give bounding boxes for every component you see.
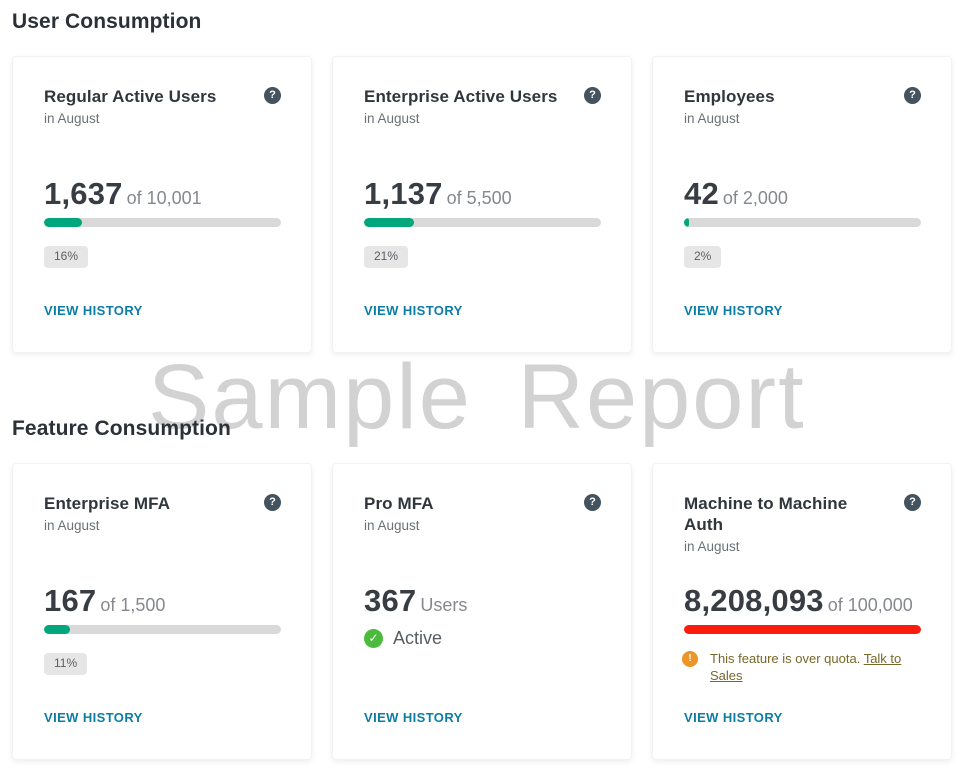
usage-value: 167 bbox=[44, 583, 97, 618]
card-period: in August bbox=[44, 111, 100, 126]
card-title: Employees bbox=[684, 87, 775, 106]
warning-text: This feature is over quota. Talk to Sale… bbox=[710, 650, 925, 684]
view-history-link[interactable]: VIEW HISTORY bbox=[44, 303, 143, 318]
usage-metric: 1,137 of 5,500 bbox=[364, 175, 601, 219]
card-period: in August bbox=[684, 539, 740, 554]
usage-quota: of 10,001 bbox=[126, 188, 202, 208]
user-consumption-card-grid: Regular Active Users ? in August 1,637 of… bbox=[12, 56, 952, 353]
card-machine-to-machine-auth: Machine to Machine Auth ? in August 8,20… bbox=[652, 463, 952, 760]
card-pro-mfa: Pro MFA ? in August 367 Users ✓ Active VI… bbox=[332, 463, 632, 760]
usage-value: 1,137 bbox=[364, 176, 443, 211]
usage-metric: 367 Users bbox=[364, 582, 601, 626]
view-history-link[interactable]: VIEW HISTORY bbox=[684, 303, 783, 318]
progress-bar bbox=[44, 625, 281, 634]
usage-value: 367 bbox=[364, 583, 417, 618]
usage-quota: of 2,000 bbox=[722, 188, 788, 208]
feature-consumption-card-grid: Enterprise MFA ? in August 167 of 1,500 1… bbox=[12, 463, 952, 760]
usage-value: 8,208,093 bbox=[684, 583, 824, 618]
usage-report-page: User Consumption Regular Active Users ? … bbox=[0, 0, 973, 760]
over-quota-warning: ! This feature is over quota. Talk to Sa… bbox=[682, 650, 925, 684]
progress-bar bbox=[684, 625, 921, 634]
usage-quota: of 1,500 bbox=[100, 595, 166, 615]
card-period: in August bbox=[684, 111, 740, 126]
percent-badge: 21% bbox=[364, 246, 409, 268]
usage-metric: 167 of 1,500 bbox=[44, 582, 281, 626]
help-icon[interactable]: ? bbox=[584, 494, 601, 511]
usage-unit: Users bbox=[420, 595, 468, 615]
progress-bar bbox=[44, 218, 281, 227]
percent-badge: 2% bbox=[684, 246, 722, 268]
status-row: ✓ Active bbox=[364, 628, 442, 649]
help-icon[interactable]: ? bbox=[264, 87, 281, 104]
card-period: in August bbox=[44, 518, 100, 533]
help-icon[interactable]: ? bbox=[584, 87, 601, 104]
view-history-link[interactable]: VIEW HISTORY bbox=[684, 710, 783, 725]
view-history-link[interactable]: VIEW HISTORY bbox=[44, 710, 143, 725]
progress-bar bbox=[364, 218, 601, 227]
help-icon[interactable]: ? bbox=[264, 494, 281, 511]
progress-fill bbox=[44, 218, 82, 227]
view-history-link[interactable]: VIEW HISTORY bbox=[364, 710, 463, 725]
warning-icon: ! bbox=[682, 651, 698, 667]
section-heading-feature-consumption: Feature Consumption bbox=[12, 417, 231, 440]
card-title: Regular Active Users bbox=[44, 87, 217, 106]
help-icon[interactable]: ? bbox=[904, 494, 921, 511]
active-check-icon: ✓ bbox=[364, 629, 383, 648]
card-title: Enterprise MFA bbox=[44, 494, 171, 513]
usage-metric: 1,637 of 10,001 bbox=[44, 175, 281, 219]
card-enterprise-active-users: Enterprise Active Users ? in August 1,13… bbox=[332, 56, 632, 353]
card-period: in August bbox=[364, 111, 420, 126]
usage-value: 42 bbox=[684, 176, 719, 211]
progress-fill bbox=[44, 625, 71, 634]
usage-metric: 42 of 2,000 bbox=[684, 175, 921, 219]
usage-quota: of 5,500 bbox=[446, 188, 512, 208]
card-title: Machine to Machine Auth bbox=[684, 494, 848, 534]
card-enterprise-mfa: Enterprise MFA ? in August 167 of 1,500 1… bbox=[12, 463, 312, 760]
card-regular-active-users: Regular Active Users ? in August 1,637 of… bbox=[12, 56, 312, 353]
card-title: Pro MFA bbox=[364, 494, 434, 513]
usage-value: 1,637 bbox=[44, 176, 123, 211]
progress-bar bbox=[684, 218, 921, 227]
card-employees: Employees ? in August 42 of 2,000 2% VIEW… bbox=[652, 56, 952, 353]
warning-message: This feature is over quota. bbox=[710, 651, 864, 666]
progress-fill bbox=[684, 218, 689, 227]
help-icon[interactable]: ? bbox=[904, 87, 921, 104]
section-heading-user-consumption: User Consumption bbox=[12, 10, 202, 33]
status-label: Active bbox=[393, 628, 443, 648]
percent-badge: 11% bbox=[44, 653, 88, 675]
percent-badge: 16% bbox=[44, 246, 89, 268]
card-period: in August bbox=[364, 518, 420, 533]
view-history-link[interactable]: VIEW HISTORY bbox=[364, 303, 463, 318]
progress-fill-overquota bbox=[684, 625, 921, 634]
card-title: Enterprise Active Users bbox=[364, 87, 558, 106]
progress-fill bbox=[364, 218, 414, 227]
usage-metric: 8,208,093 of 100,000 bbox=[684, 582, 921, 626]
usage-quota: of 100,000 bbox=[827, 595, 913, 615]
